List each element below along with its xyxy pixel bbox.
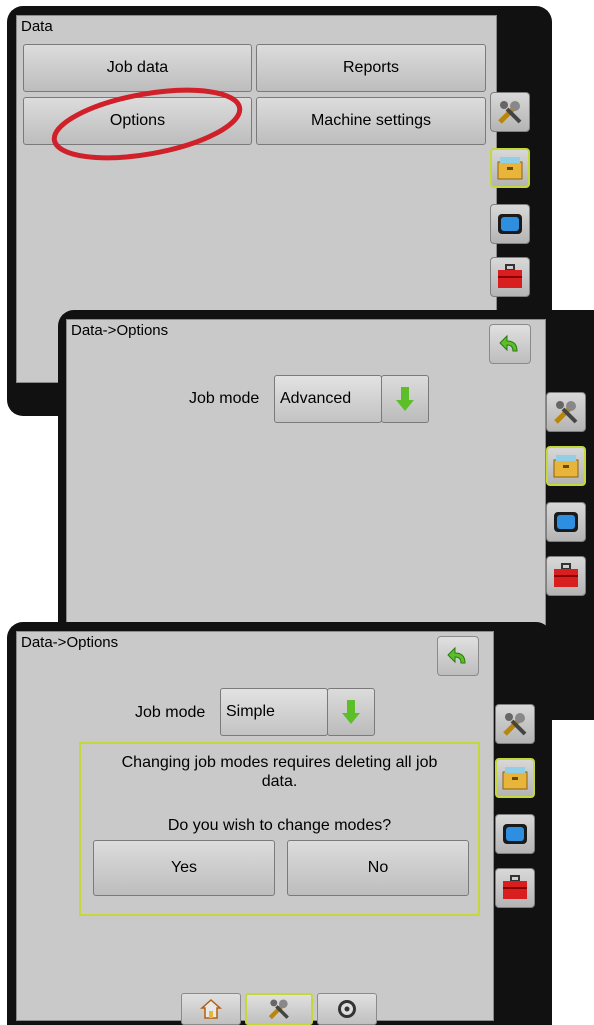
back-arrow-icon <box>447 646 466 664</box>
tools-icon <box>554 401 578 424</box>
down-arrow-icon <box>396 387 414 411</box>
job-mode-label: Job mode <box>189 390 260 407</box>
options-screen-dialog: Data->Options Job mode Simple Changing j… <box>7 622 552 1025</box>
down-arrow-icon <box>342 700 360 724</box>
display-side-button[interactable] <box>490 204 530 244</box>
toolbox-side-button[interactable] <box>495 868 535 908</box>
page-title: Data <box>21 18 53 35</box>
back-button[interactable] <box>437 636 479 676</box>
gauge-tab[interactable] <box>317 993 377 1025</box>
data-folder-icon <box>502 767 528 790</box>
job-mode-dropdown-button[interactable] <box>381 375 429 423</box>
display-icon <box>503 824 527 844</box>
tools-side-button[interactable] <box>546 392 586 432</box>
display-icon <box>498 214 522 234</box>
display-side-button[interactable] <box>495 814 535 854</box>
no-button[interactable]: No <box>287 840 469 896</box>
highlight-circle <box>51 87 243 161</box>
tools-icon <box>498 101 522 124</box>
job-mode-dropdown-button[interactable] <box>327 688 375 736</box>
home-tab[interactable] <box>181 993 241 1025</box>
dialog-question: Do you wish to change modes? <box>167 817 392 834</box>
toolbox-side-button[interactable] <box>546 556 586 596</box>
tools-side-button[interactable] <box>490 92 530 132</box>
toolbox-side-button[interactable] <box>490 257 530 297</box>
machine-settings-button[interactable]: Machine settings <box>256 97 486 145</box>
confirm-dialog: Changing job modes requires deleting all… <box>79 742 480 916</box>
display-icon <box>554 512 578 532</box>
reports-button[interactable]: Reports <box>256 44 486 92</box>
tools-icon <box>503 713 527 736</box>
home-icon <box>200 998 222 1019</box>
job-mode-label: Job mode <box>135 704 206 721</box>
data-side-button[interactable] <box>495 758 535 798</box>
data-side-button[interactable] <box>490 148 530 188</box>
data-folder-icon <box>553 455 579 478</box>
toolbox-icon <box>503 875 527 899</box>
data-folder-icon <box>497 157 523 180</box>
toolbox-icon <box>554 563 578 587</box>
gauge-icon <box>338 1000 356 1018</box>
tools-icon <box>268 999 289 1020</box>
yes-button[interactable]: Yes <box>93 840 275 896</box>
dialog-message-line2: data. <box>261 773 298 790</box>
job-mode-select[interactable]: Advanced <box>274 375 382 423</box>
toolbox-icon <box>498 264 522 288</box>
display-side-button[interactable] <box>546 502 586 542</box>
data-side-button[interactable] <box>546 446 586 486</box>
dialog-message-line1: Changing job modes requires deleting all… <box>121 754 438 771</box>
tools-tab[interactable] <box>245 993 313 1025</box>
page-title: Data->Options <box>21 634 119 651</box>
back-arrow-icon <box>499 334 518 352</box>
tools-side-button[interactable] <box>495 704 535 744</box>
back-button[interactable] <box>489 324 531 364</box>
job-mode-select[interactable]: Simple <box>220 688 328 736</box>
page-title: Data->Options <box>71 322 169 339</box>
